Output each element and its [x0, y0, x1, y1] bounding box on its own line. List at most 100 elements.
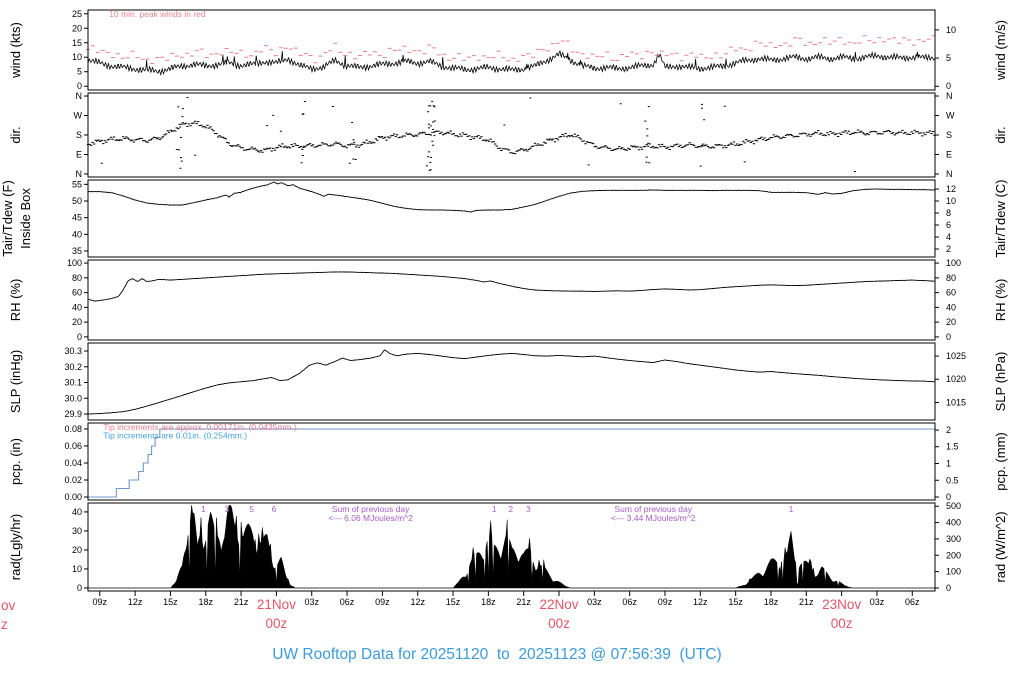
annotation-rad: 1	[789, 504, 794, 514]
svg-text:21z: 21z	[234, 597, 249, 607]
panel-border-tair	[87, 179, 936, 258]
svg-text:2: 2	[946, 244, 951, 254]
svg-text:100: 100	[67, 258, 82, 268]
panel-border-wind	[87, 9, 936, 91]
axis-title-left-tair: Inside Box	[18, 188, 33, 249]
annotation-wind: 10 min. peak winds in red	[109, 9, 206, 19]
day-tick-label: 22Nov	[539, 597, 578, 612]
weather-plot-figure: 0 5 10 15 20 25 0 5 10 10 min. peak winds in red w…	[0, 0, 1024, 700]
svg-text:100: 100	[946, 258, 961, 268]
day-tick-label: 00z	[831, 616, 853, 631]
svg-text:W: W	[946, 111, 955, 121]
day-tick-label: 00z	[266, 616, 288, 631]
day-tick-label: 00z	[548, 616, 570, 631]
svg-text:8: 8	[946, 208, 951, 218]
y-axis-left-tair: 35 40 45 50 55	[72, 179, 88, 256]
axis-title-right-rh: RH (%)	[993, 279, 1008, 322]
axis-title-right-rad: rad (W/m^2)	[993, 511, 1008, 582]
svg-text:30.0: 30.0	[64, 393, 82, 403]
svg-text:12z: 12z	[410, 597, 425, 607]
svg-text:20: 20	[72, 23, 82, 33]
svg-text:1: 1	[946, 458, 951, 468]
annotation-rad: <--- 3.44 MJoules/m^2	[611, 513, 696, 523]
svg-text:0.5: 0.5	[946, 475, 959, 485]
svg-text:4: 4	[946, 232, 951, 242]
svg-text:0.00: 0.00	[64, 492, 82, 502]
panel-rh: 0 20 40 60 80 100 0 20 40 60 80 100 RH (%) RH (%)	[8, 258, 1008, 342]
svg-text:35: 35	[72, 246, 82, 256]
svg-text:1.5: 1.5	[946, 442, 959, 452]
series-wind-mean-kts	[87, 50, 935, 76]
svg-text:20: 20	[946, 317, 956, 327]
svg-text:E: E	[946, 149, 952, 159]
svg-text:03z: 03z	[587, 597, 602, 607]
svg-text:09z: 09z	[658, 597, 673, 607]
svg-text:15: 15	[72, 38, 82, 48]
svg-text:S: S	[946, 130, 952, 140]
annotation-rad: 2	[508, 504, 513, 514]
svg-text:10: 10	[946, 196, 956, 206]
svg-text:6: 6	[946, 220, 951, 230]
svg-text:10: 10	[72, 564, 82, 574]
y-axis-right-dir: NESWN	[935, 91, 955, 179]
panel-tair: 35 40 45 50 55 2 4 6 8 10 12 Tair/Tdew (F) Inside Bo…	[0, 179, 1008, 257]
svg-text:06z: 06z	[905, 597, 920, 607]
svg-text:400: 400	[946, 518, 961, 528]
svg-text:10: 10	[946, 25, 956, 35]
svg-text:0.08: 0.08	[64, 424, 82, 434]
annotation-rad: 5	[249, 504, 254, 514]
panel-border-dir	[87, 92, 936, 178]
svg-text:60: 60	[946, 288, 956, 298]
svg-text:0.02: 0.02	[64, 475, 82, 485]
clipped-day-line2: z	[1, 617, 8, 632]
x-axis: 09z 12z 15z 18z 21z 03z 06z 09z 12z 15z 18z 21z 03z 0…	[93, 591, 920, 631]
svg-text:10: 10	[72, 52, 82, 62]
svg-text:100: 100	[946, 567, 961, 577]
annotation-rad: 6	[272, 504, 277, 514]
svg-text:5: 5	[946, 53, 951, 63]
svg-text:25: 25	[72, 9, 82, 19]
clipped-day-line1: ov	[1, 598, 16, 613]
svg-text:15z: 15z	[446, 597, 461, 607]
axis-title-left-rh: RH (%)	[8, 279, 23, 322]
svg-text:5: 5	[77, 67, 82, 77]
axis-title-left-dir: dir.	[8, 126, 23, 143]
axis-title-right-tair: Tair/Tdew (C)	[993, 179, 1008, 257]
annotation-rad: <--- 6.06 MJoules/m^2	[328, 513, 413, 523]
annotation-rad: 3	[526, 504, 531, 514]
svg-text:30.2: 30.2	[64, 362, 82, 372]
svg-text:03z: 03z	[870, 597, 885, 607]
svg-text:2: 2	[946, 425, 951, 435]
svg-text:30.3: 30.3	[64, 346, 82, 356]
y-axis-right-wind: 0 5 10	[935, 25, 956, 91]
svg-text:E: E	[76, 149, 82, 159]
svg-text:0: 0	[946, 81, 951, 91]
series-slp-inhg	[87, 349, 935, 415]
panel-slp: 29.9 30.0 30.1 30.2 30.3 1015 1020 1025 SLP (inH…	[8, 342, 1008, 421]
panel-rad: 01020304001002003004005001 3 5 6 Sum of prev…	[8, 501, 1008, 593]
day-tick-label: 23Nov	[822, 597, 861, 612]
svg-text:80: 80	[946, 273, 956, 283]
svg-text:500: 500	[946, 501, 961, 511]
svg-text:0.04: 0.04	[64, 458, 82, 468]
svg-text:80: 80	[72, 273, 82, 283]
svg-text:06z: 06z	[340, 597, 355, 607]
series-solar-rad-ly-hr	[88, 505, 935, 589]
svg-text:0: 0	[77, 332, 82, 342]
svg-text:40: 40	[946, 302, 956, 312]
series-rh-percent	[88, 271, 935, 302]
multi-panel-chart: 0510152025051010 min. peak winds in redw…	[0, 9, 1008, 631]
svg-text:09z: 09z	[375, 597, 390, 607]
y-axis-left-rad: 0 10 20 30 40	[72, 507, 88, 593]
svg-text:50: 50	[72, 196, 82, 206]
svg-text:1015: 1015	[946, 398, 966, 408]
svg-text:40: 40	[72, 507, 82, 517]
svg-text:15z: 15z	[728, 597, 743, 607]
axis-title-left-tair: Tair/Tdew (F)	[0, 180, 15, 257]
clipped-day-label-20nov: ov z	[1, 596, 15, 634]
svg-text:N: N	[76, 169, 83, 179]
axis-title-left-wind: wind (kts)	[8, 22, 23, 79]
svg-text:12z: 12z	[128, 597, 143, 607]
svg-text:15z: 15z	[163, 597, 178, 607]
svg-text:N: N	[76, 91, 83, 101]
